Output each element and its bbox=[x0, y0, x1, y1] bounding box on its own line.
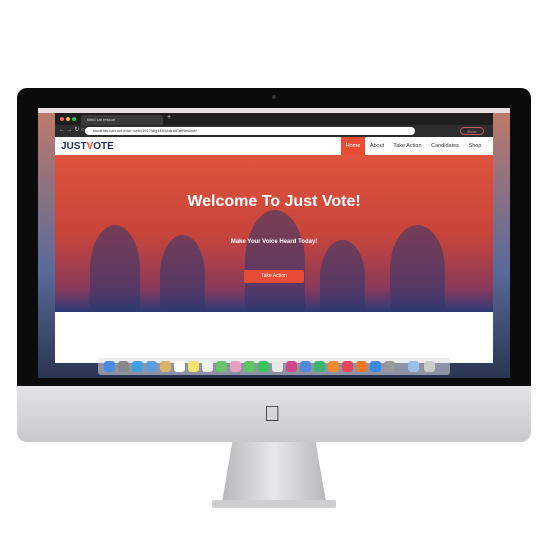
app-store-icon[interactable] bbox=[370, 361, 381, 372]
reminders-icon[interactable] bbox=[202, 361, 213, 372]
finder-icon[interactable] bbox=[104, 361, 115, 372]
mail-icon[interactable] bbox=[146, 361, 157, 372]
nav-candidates[interactable]: Candidates bbox=[428, 137, 462, 155]
nav-shop[interactable]: Shop bbox=[465, 137, 485, 155]
take-action-button[interactable]: Take Action bbox=[244, 270, 304, 283]
nav-take-action[interactable]: Take Action bbox=[390, 137, 425, 155]
keynote-icon[interactable] bbox=[300, 361, 311, 372]
photos-icon[interactable] bbox=[230, 361, 241, 372]
facetime-icon[interactable] bbox=[258, 361, 269, 372]
hero-banner: Welcome To Just Vote! Make Your Voice He… bbox=[55, 155, 493, 312]
hero-photo-person bbox=[320, 240, 365, 312]
address-toolbar: ← → ↻ ⌂ students.cah.ucf.edu/~ca641917/d… bbox=[55, 125, 493, 137]
launchpad-icon[interactable] bbox=[118, 361, 129, 372]
url-input[interactable]: students.cah.ucf.edu/~ca641917/dig4104/b… bbox=[85, 127, 415, 135]
maximize-window-icon[interactable] bbox=[72, 117, 76, 121]
chrome-icon[interactable] bbox=[272, 361, 283, 372]
trash-icon[interactable] bbox=[424, 361, 435, 372]
apple-logo-icon:  bbox=[264, 403, 281, 425]
settings-icon[interactable] bbox=[384, 361, 395, 372]
logo-text: OTE bbox=[93, 141, 114, 152]
books-icon[interactable] bbox=[356, 361, 367, 372]
numbers-icon[interactable] bbox=[314, 361, 325, 372]
site-navbar: JUSTVOTE Home About Take Action Candidat… bbox=[55, 137, 493, 156]
notes-icon[interactable] bbox=[188, 361, 199, 372]
calendar-icon[interactable] bbox=[174, 361, 185, 372]
maps-icon[interactable] bbox=[216, 361, 227, 372]
camera bbox=[272, 95, 276, 99]
contacts-icon[interactable] bbox=[160, 361, 171, 372]
site-logo[interactable]: JUSTVOTE bbox=[61, 141, 114, 152]
close-window-icon[interactable] bbox=[60, 117, 64, 121]
logo-text: JUST bbox=[61, 141, 87, 152]
nav-home[interactable]: Home bbox=[341, 137, 365, 155]
minimize-window-icon[interactable] bbox=[66, 117, 70, 121]
music-icon[interactable] bbox=[342, 361, 353, 372]
profile-error-button[interactable]: Error bbox=[460, 127, 484, 135]
hero-subtitle: Make Your Voice Heard Today! bbox=[230, 239, 318, 245]
tab-bar: blind cat rescue + bbox=[55, 113, 493, 125]
new-tab-icon[interactable]: + bbox=[167, 114, 171, 121]
nav-buttons-icon[interactable]: ← → ↻ ⌂ bbox=[59, 126, 85, 133]
imac-stand bbox=[222, 442, 326, 502]
downloads-folder-icon[interactable] bbox=[408, 361, 419, 372]
pages-icon[interactable] bbox=[328, 361, 339, 372]
imac-stand-base bbox=[212, 500, 336, 508]
hero-photo-person bbox=[245, 210, 305, 312]
hero-photo-person bbox=[160, 235, 205, 312]
browser-tab[interactable]: blind cat rescue bbox=[81, 115, 163, 125]
screen: blind cat rescue + ← → ↻ ⌂ students.cah.… bbox=[38, 108, 510, 378]
messages-icon[interactable] bbox=[244, 361, 255, 372]
safari-icon[interactable] bbox=[132, 361, 143, 372]
itunes-icon[interactable] bbox=[286, 361, 297, 372]
browser-window: blind cat rescue + ← → ↻ ⌂ students.cah.… bbox=[55, 113, 493, 363]
hero-title: Welcome To Just Vote! bbox=[187, 193, 361, 210]
nav-about[interactable]: About bbox=[367, 137, 387, 155]
mac-dock bbox=[98, 358, 450, 375]
